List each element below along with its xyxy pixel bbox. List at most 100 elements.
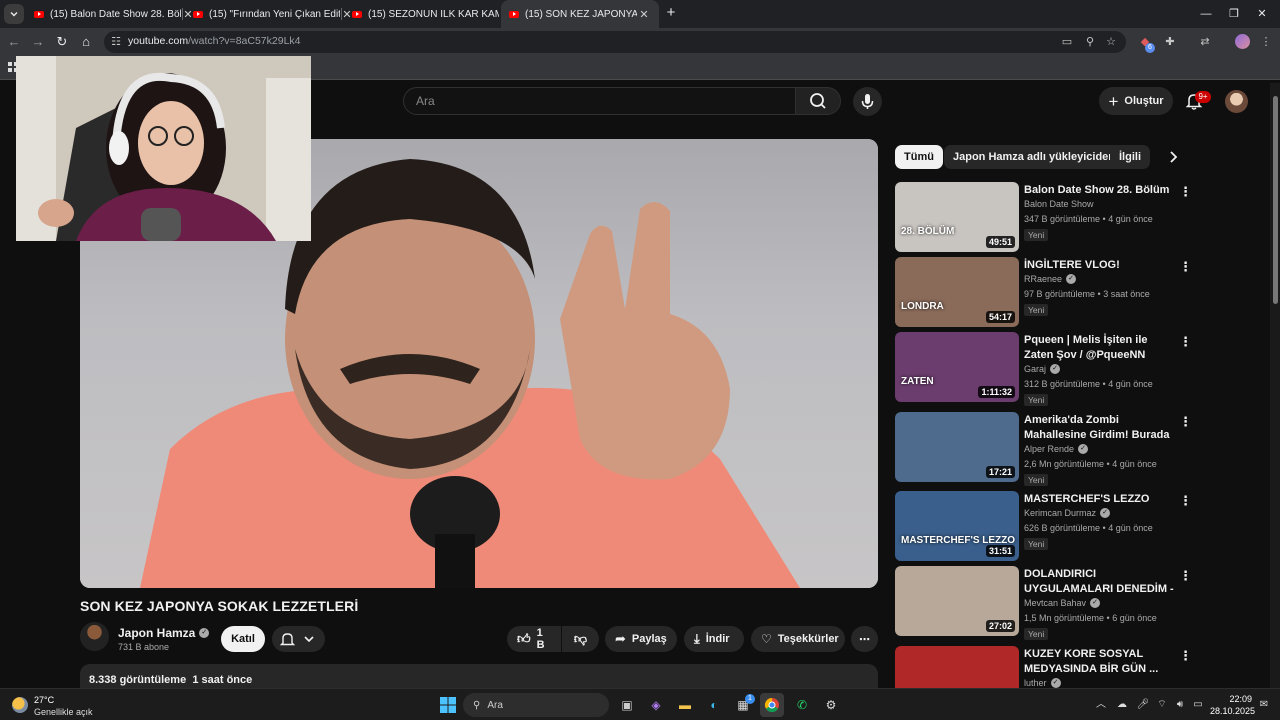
- address-bar[interactable]: ☷ youtube.com/watch?v=8aC57k29Lk4 ▭ ⚲ ☆: [104, 31, 1126, 53]
- chip-related[interactable]: İlgili: [1110, 145, 1150, 169]
- browser-tab[interactable]: (15) "Fırından Yeni Çıkan Edit" I ✕: [185, 0, 362, 28]
- recommendation-card[interactable]: LONDRA 54:17 İNGİLTERE VLOG! RRaenee ✓ 97 B g…: [895, 257, 1195, 327]
- recommendation-card[interactable]: 27:02 DOLANDIRICI UYGULAMALARI DENEDİM - …: [895, 566, 1195, 640]
- new-tab-button[interactable]: +: [662, 4, 680, 22]
- share-button[interactable]: ➦ Paylaş: [605, 626, 677, 652]
- video-thumbnail[interactable]: LONDRA 54:17: [895, 257, 1019, 327]
- subscription-notifications-button[interactable]: [272, 626, 325, 652]
- video-thumbnail[interactable]: 27:02: [895, 566, 1019, 636]
- recommendation-title[interactable]: DOLANDIRICI UYGULAMALARI DENEDİM - Ocağı…: [1024, 567, 1178, 597]
- search-button[interactable]: [795, 87, 841, 115]
- recommendation-channel[interactable]: Alper Rende ✓: [1024, 444, 1089, 454]
- browser-menu-icon[interactable]: ⋮: [1259, 35, 1273, 49]
- create-button[interactable]: + Oluştur: [1099, 87, 1173, 115]
- recommendation-title[interactable]: Amerika'da Zombi Mahallesine Girdim! Bur…: [1024, 413, 1178, 443]
- recommendation-channel[interactable]: RRaenee ✓: [1024, 274, 1077, 284]
- chip-all[interactable]: Tümü: [895, 145, 943, 169]
- thanks-button[interactable]: ♡ Teşekkürler: [751, 626, 845, 652]
- chrome-icon[interactable]: [760, 693, 784, 717]
- bookmark-star-icon[interactable]: ☆: [1104, 35, 1118, 49]
- search-box[interactable]: [403, 87, 796, 115]
- file-explorer-icon[interactable]: ▬: [673, 693, 697, 717]
- edge-browser-icon[interactable]: ◐: [702, 693, 726, 717]
- channel-name[interactable]: Japon Hamza ✓: [118, 626, 210, 640]
- recommendation-title[interactable]: Pqueen | Melis İşiten ile Zaten Şov / @P…: [1024, 333, 1178, 363]
- video-thumbnail[interactable]: [895, 646, 1019, 688]
- description-box[interactable]: 8.338 görüntüleme 1 saat önce: [80, 664, 878, 688]
- browser-tab-active[interactable]: (15) SON KEZ JAPONYA SOKAK ✕: [501, 0, 659, 28]
- back-arrow-icon[interactable]: ←: [6, 34, 22, 50]
- home-icon[interactable]: ⌂: [78, 34, 94, 50]
- channel-avatar[interactable]: [80, 622, 109, 651]
- page-scrollbar[interactable]: [1270, 83, 1280, 688]
- voice-search-button[interactable]: [853, 87, 882, 116]
- close-window-icon[interactable]: ✕: [1244, 0, 1280, 28]
- volume-icon[interactable]: 🔊︎: [1173, 698, 1187, 712]
- zoom-icon[interactable]: ⚲: [1083, 35, 1097, 49]
- recommendation-channel[interactable]: Kerimcan Durmaz ✓: [1024, 508, 1111, 518]
- video-thumbnail[interactable]: 17:21: [895, 412, 1019, 482]
- more-vertical-icon[interactable]: ⋮: [1179, 414, 1192, 430]
- recommendation-card[interactable]: 17:21 Amerika'da Zombi Mahallesine Girdim…: [895, 412, 1195, 486]
- video-thumbnail[interactable]: ZATEN 1:11:32: [895, 332, 1019, 402]
- task-view-icon[interactable]: ▣: [615, 693, 639, 717]
- profile-avatar[interactable]: [1235, 34, 1250, 49]
- tab-search-menu-button[interactable]: [4, 4, 24, 24]
- battery-icon[interactable]: ▭: [1191, 698, 1205, 712]
- recommendation-card[interactable]: MASTERCHEF'S LEZZO 31:51 MASTERCHEF'S LEZZ…: [895, 491, 1195, 561]
- video-thumbnail[interactable]: MASTERCHEF'S LEZZO 31:51: [895, 491, 1019, 561]
- forward-arrow-icon[interactable]: →: [30, 34, 46, 50]
- recommendation-card[interactable]: KUZEY KORE SOSYAL MEDYASINDA BİR GÜN ...…: [895, 646, 1195, 688]
- extensions-puzzle-icon[interactable]: ✚: [1163, 35, 1177, 49]
- onedrive-icon[interactable]: ☁: [1115, 698, 1129, 712]
- recommendation-channel[interactable]: Mevtcan Bahav ✓: [1024, 598, 1101, 608]
- recommendation-title[interactable]: İNGİLTERE VLOG!: [1024, 258, 1178, 273]
- more-vertical-icon[interactable]: ⋮: [1179, 184, 1192, 200]
- translate-icon[interactable]: ⇄: [1198, 35, 1212, 49]
- cast-icon[interactable]: ▭: [1060, 35, 1074, 49]
- like-button[interactable]: 👍︎ 1 B: [507, 626, 561, 652]
- system-clock[interactable]: 22:09 28.10.2025: [1210, 693, 1255, 717]
- join-button[interactable]: Katıl: [221, 626, 265, 652]
- microphone-icon[interactable]: 🎤︎: [1136, 698, 1150, 712]
- recommendation-title[interactable]: KUZEY KORE SOSYAL MEDYASINDA BİR GÜN ...: [1024, 647, 1178, 677]
- recommendation-card[interactable]: 28. BÖLÜM 49:51 Balon Date Show 28. Bölüm B…: [895, 182, 1195, 252]
- copilot-icon[interactable]: ◈: [644, 693, 668, 717]
- whatsapp-icon[interactable]: ✆: [790, 693, 814, 717]
- browser-tab[interactable]: (15) Balon Date Show 28. Bölüm ✕: [26, 0, 203, 28]
- recommendation-card[interactable]: ZATEN 1:11:32 Pqueen | Melis İşiten ile Za…: [895, 332, 1195, 406]
- scrollbar-thumb[interactable]: [1273, 96, 1278, 304]
- notification-center-icon[interactable]: ✉: [1257, 698, 1271, 712]
- reload-icon[interactable]: ↻: [54, 34, 70, 50]
- more-vertical-icon[interactable]: ⋮: [1179, 648, 1192, 664]
- recommendation-channel[interactable]: Garaj ✓: [1024, 364, 1061, 374]
- chips-next-button[interactable]: [1165, 149, 1181, 165]
- download-button[interactable]: ⤓ İndir: [684, 626, 744, 652]
- dislike-button[interactable]: 👎︎: [562, 626, 599, 652]
- more-vertical-icon[interactable]: ⋮: [1179, 259, 1192, 275]
- url-text[interactable]: youtube.com/watch?v=8aC57k29Lk4: [128, 35, 301, 47]
- site-info-icon[interactable]: ☷: [109, 35, 123, 49]
- taskbar-search[interactable]: ⚲ Ara: [463, 693, 609, 717]
- recommendation-channel-name: Garaj: [1024, 364, 1047, 374]
- chip-from-uploader[interactable]: Japon Hamza adlı yükleyiciden: [944, 145, 1125, 169]
- verified-check-icon: ✓: [1066, 274, 1077, 284]
- recommendation-channel[interactable]: luther ✓: [1024, 678, 1061, 688]
- start-windows-icon[interactable]: [436, 693, 460, 717]
- more-actions-button[interactable]: ⋯: [851, 626, 878, 652]
- network-icon[interactable]: ⌔: [1155, 698, 1169, 712]
- account-avatar[interactable]: [1225, 90, 1248, 113]
- more-vertical-icon[interactable]: ⋮: [1179, 334, 1192, 350]
- more-vertical-icon[interactable]: ⋮: [1179, 493, 1192, 509]
- recommendation-channel[interactable]: Balon Date Show: [1024, 199, 1094, 209]
- recommendation-title[interactable]: Balon Date Show 28. Bölüm: [1024, 183, 1178, 198]
- recommendation-title[interactable]: MASTERCHEF'S LEZZO: [1024, 492, 1178, 507]
- browser-tab[interactable]: (15) SEZONUN İLK KAR KAMPI ✕: [344, 0, 521, 28]
- weather-widget[interactable]: 27°C Genellikle açık: [10, 692, 130, 718]
- video-thumbnail[interactable]: 28. BÖLÜM 49:51: [895, 182, 1019, 252]
- more-vertical-icon[interactable]: ⋮: [1179, 568, 1192, 584]
- app-icon[interactable]: ⚙: [819, 693, 843, 717]
- search-input[interactable]: [404, 88, 795, 114]
- show-hidden-icons-chevron-icon[interactable]: ︿: [1094, 698, 1108, 712]
- close-tab-icon[interactable]: ✕: [637, 8, 651, 21]
